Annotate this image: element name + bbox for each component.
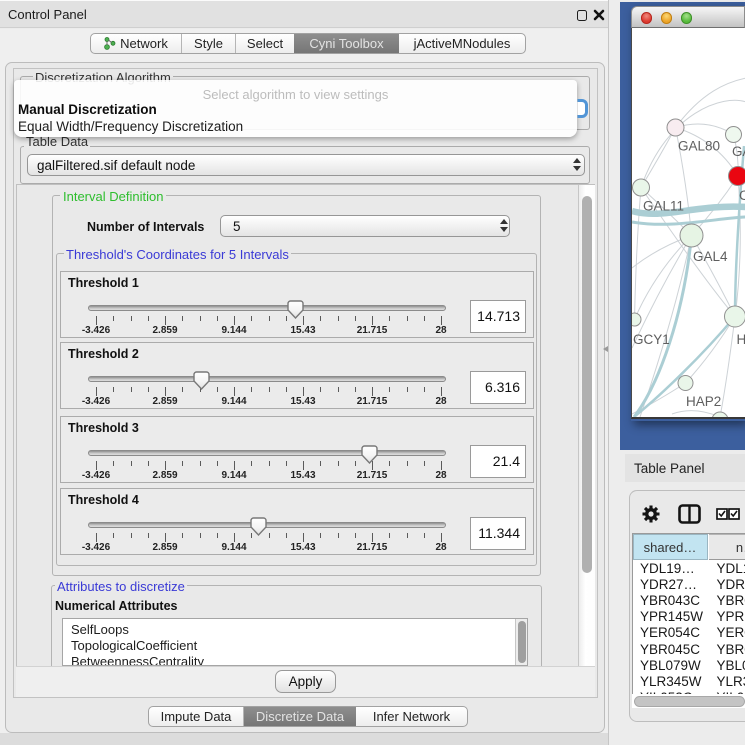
svg-text:GA: GA [732, 144, 745, 159]
svg-text:C: C [739, 188, 745, 203]
svg-text:GAL11: GAL11 [643, 199, 684, 214]
svg-text:HAP2: HAP2 [686, 394, 721, 409]
svg-text:GCY1: GCY1 [633, 332, 670, 347]
svg-text:GAL80: GAL80 [678, 139, 720, 154]
svg-text:GAL4: GAL4 [693, 249, 728, 264]
svg-text:H: H [737, 332, 745, 347]
